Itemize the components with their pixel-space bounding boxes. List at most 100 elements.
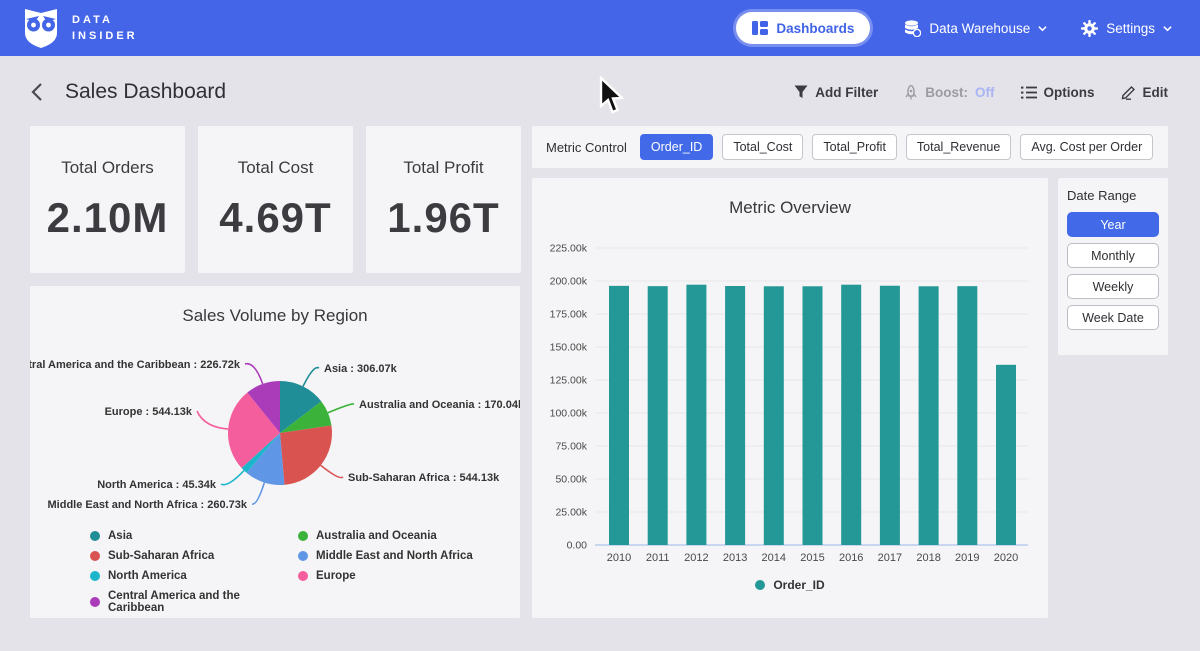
- date-range-panel: Date Range YearMonthlyWeeklyWeek Date: [1058, 178, 1168, 355]
- pie-label: Central America and the Caribbean : 226.…: [30, 359, 241, 371]
- list-icon: [1021, 86, 1037, 99]
- bar-2016[interactable]: [841, 285, 861, 545]
- legend-label: Order_ID: [773, 578, 824, 592]
- top-navbar: DATA INSIDER Dashboards Data Warehouse: [0, 0, 1200, 56]
- brand-line1: DATA: [72, 12, 138, 29]
- metric-option-total-cost[interactable]: Total_Cost: [722, 134, 803, 160]
- kpi-total-profit: Total Profit 1.96T: [366, 126, 521, 273]
- dashboards-icon: [752, 21, 768, 35]
- pie-leader-line: [252, 483, 264, 505]
- kpi-label: Total Profit: [403, 158, 483, 178]
- metric-option-total-revenue[interactable]: Total_Revenue: [906, 134, 1011, 160]
- date-range-week-date[interactable]: Week Date: [1067, 305, 1159, 330]
- pie-leader-line: [303, 368, 319, 387]
- chevron-down-icon: [1038, 24, 1047, 33]
- options-label: Options: [1044, 85, 1095, 100]
- bar-chart: 0.0025.00k50.00k75.00k100.00k125.00k150.…: [532, 178, 1048, 573]
- back-button[interactable]: [30, 82, 43, 102]
- y-tick-label: 0.00: [567, 540, 588, 552]
- metric-option-order-id[interactable]: Order_ID: [640, 134, 713, 160]
- pie-label: Australia and Oceania : 170.04k: [359, 399, 520, 411]
- nav-settings-label: Settings: [1106, 21, 1155, 36]
- y-tick-label: 75.00k: [555, 441, 587, 453]
- x-tick-label: 2013: [723, 552, 747, 564]
- kpi-label: Total Cost: [238, 158, 314, 178]
- boost-value: Off: [975, 85, 995, 100]
- gear-icon: [1081, 20, 1098, 37]
- bar-2011[interactable]: [648, 286, 668, 545]
- edit-button[interactable]: Edit: [1121, 85, 1169, 100]
- legend-item-order-id[interactable]: Order_ID: [755, 578, 824, 592]
- legend-dot: [90, 597, 100, 607]
- legend-item-sub-saharan-africa[interactable]: Sub-Saharan Africa: [90, 550, 280, 562]
- nav-data-warehouse[interactable]: Data Warehouse: [904, 20, 1047, 37]
- bar-2017[interactable]: [880, 286, 900, 545]
- legend-item-australia-and-oceania[interactable]: Australia and Oceania: [298, 530, 488, 542]
- date-range-monthly[interactable]: Monthly: [1067, 243, 1159, 268]
- bar-chart-card: Metric Overview 0.0025.00k50.00k75.00k10…: [532, 178, 1048, 618]
- bar-2013[interactable]: [725, 286, 745, 545]
- bar-2012[interactable]: [686, 285, 706, 545]
- pie-slice-sub-saharan-africa[interactable]: [280, 426, 332, 485]
- page-header: Sales Dashboard Add Filter Boost: Off: [30, 72, 1168, 112]
- bar-2014[interactable]: [764, 286, 784, 545]
- bar-2010[interactable]: [609, 286, 629, 545]
- page-title: Sales Dashboard: [65, 80, 226, 104]
- pie-chart-card: Sales Volume by Region Asia : 306.07kAus…: [30, 286, 520, 618]
- legend-dot: [90, 571, 100, 581]
- legend-label: North America: [108, 570, 187, 582]
- add-filter-button[interactable]: Add Filter: [794, 85, 878, 100]
- database-icon: [904, 20, 921, 37]
- kpi-value: 2.10M: [47, 194, 169, 242]
- pie-leader-line: [321, 465, 343, 477]
- x-tick-label: 2016: [839, 552, 863, 564]
- pie-label: Europe : 544.13k: [105, 406, 193, 418]
- y-tick-label: 200.00k: [550, 276, 588, 288]
- x-tick-label: 2010: [607, 552, 631, 564]
- y-tick-label: 25.00k: [555, 507, 587, 519]
- boost-toggle[interactable]: Boost: Off: [904, 85, 994, 100]
- pie-leader-line: [245, 364, 263, 384]
- metric-option-avg-cost-per-order[interactable]: Avg. Cost per Order: [1020, 134, 1153, 160]
- legend-dot: [90, 531, 100, 541]
- x-tick-label: 2012: [684, 552, 708, 564]
- pie-label: Sub-Saharan Africa : 544.13k: [348, 472, 500, 484]
- pie-leader-line: [197, 411, 228, 429]
- bar-2015[interactable]: [803, 286, 823, 545]
- legend-label: Asia: [108, 530, 132, 542]
- x-tick-label: 2017: [878, 552, 902, 564]
- pie-label: North America : 45.34k: [97, 479, 217, 491]
- legend-label: Central America and the Caribbean: [108, 590, 280, 614]
- legend-label: Australia and Oceania: [316, 530, 437, 542]
- brand-text: DATA INSIDER: [72, 12, 138, 45]
- bar-2019[interactable]: [957, 286, 977, 545]
- metric-control-bar: Metric Control Order_IDTotal_CostTotal_P…: [532, 126, 1168, 168]
- y-tick-label: 100.00k: [550, 408, 588, 420]
- legend-item-north-america[interactable]: North America: [90, 570, 280, 582]
- date-range-weekly[interactable]: Weekly: [1067, 274, 1159, 299]
- date-range-year[interactable]: Year: [1067, 212, 1159, 237]
- legend-item-asia[interactable]: Asia: [90, 530, 280, 542]
- legend-item-middle-east-and-north-africa[interactable]: Middle East and North Africa: [298, 550, 488, 562]
- kpi-total-orders: Total Orders 2.10M: [30, 126, 185, 273]
- legend-dot: [298, 571, 308, 581]
- bar-2018[interactable]: [919, 286, 939, 545]
- bar-2020[interactable]: [996, 365, 1016, 545]
- kpi-label: Total Orders: [61, 158, 154, 178]
- options-button[interactable]: Options: [1021, 85, 1095, 100]
- metric-option-total-profit[interactable]: Total_Profit: [812, 134, 897, 160]
- y-tick-label: 175.00k: [550, 309, 588, 321]
- y-tick-label: 225.00k: [550, 243, 588, 255]
- nav-dashboards-button[interactable]: Dashboards: [736, 12, 870, 44]
- owl-logo-icon: [22, 7, 60, 49]
- filter-icon: [794, 85, 808, 99]
- rocket-icon: [904, 85, 918, 100]
- legend-dot: [755, 580, 765, 590]
- legend-item-europe[interactable]: Europe: [298, 570, 488, 582]
- nav-settings[interactable]: Settings: [1081, 20, 1172, 37]
- boost-label: Boost:: [925, 85, 968, 100]
- brand-line2: INSIDER: [72, 28, 138, 45]
- legend-item-central-america-and-the-caribbean[interactable]: Central America and the Caribbean: [90, 590, 280, 614]
- x-tick-label: 2018: [916, 552, 940, 564]
- y-tick-label: 50.00k: [555, 474, 587, 486]
